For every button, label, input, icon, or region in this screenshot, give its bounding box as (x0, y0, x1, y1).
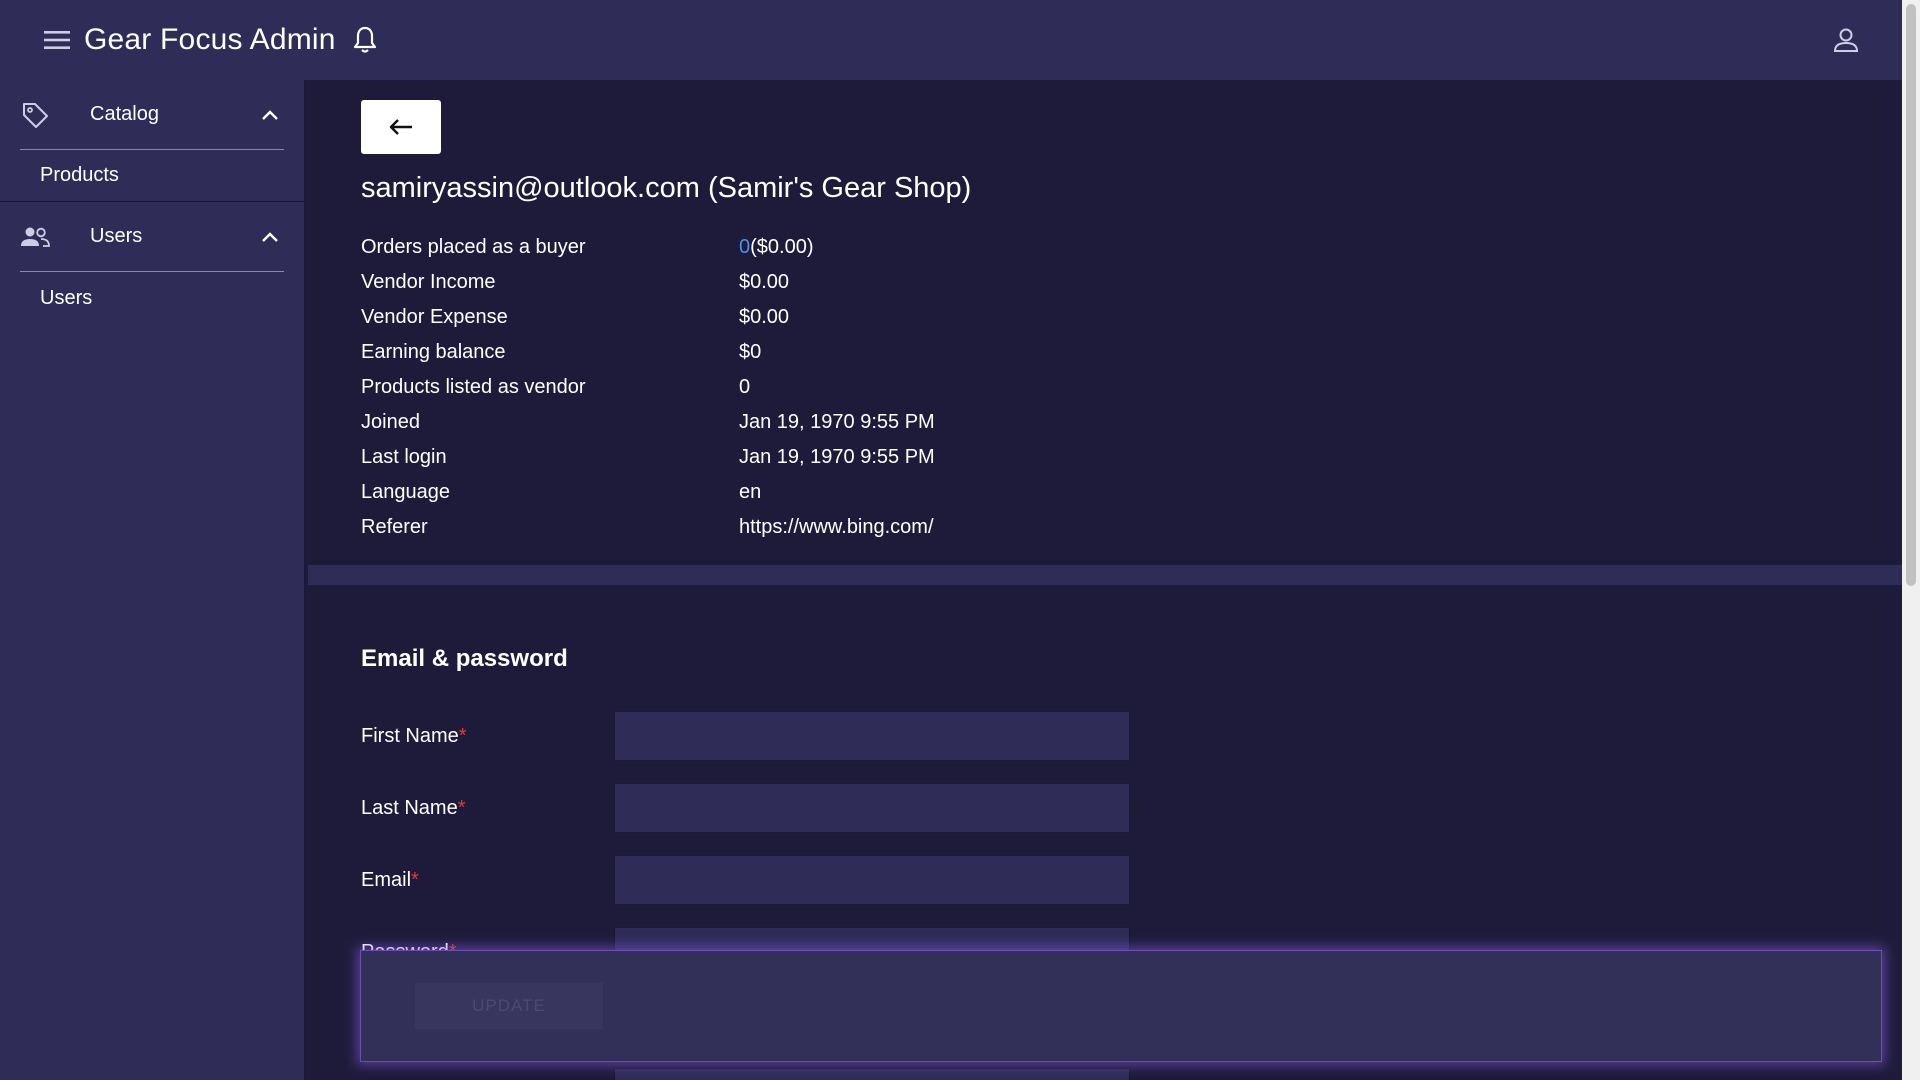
sidebar-group-catalog[interactable]: Catalog (20, 80, 284, 150)
people-icon (20, 222, 50, 252)
info-label: Last login (361, 446, 447, 468)
info-value: $0 (739, 341, 762, 363)
info-label: Language (361, 481, 450, 503)
info-value: $0.00 (739, 306, 790, 328)
info-row-vendor-expense: Vendor Expense $0.00 (361, 300, 935, 335)
first-name-field[interactable] (614, 711, 1130, 761)
info-label: Products listed as vendor (361, 376, 586, 398)
hamburger-menu-icon[interactable] (40, 23, 74, 57)
email-field[interactable] (614, 855, 1130, 905)
last-name-field[interactable] (614, 783, 1130, 833)
email-label: Email* (361, 868, 419, 891)
info-row-vendor-income: Vendor Income $0.00 (361, 265, 935, 300)
sidebar-group-label: Users (90, 225, 143, 247)
update-button[interactable]: UPDATE (415, 983, 603, 1029)
info-row-orders: Orders placed as a buyer 0($0.00) (361, 230, 935, 265)
sidebar: Catalog Products Users Users (0, 80, 306, 1080)
info-label: Joined (361, 411, 420, 433)
first-name-row: First Name* (361, 711, 1130, 761)
chevron-up-icon[interactable] (258, 103, 282, 127)
email-row: Email* (361, 855, 1130, 905)
arrow-left-icon (389, 119, 412, 135)
info-row-referer: Referer https://www.bing.com/ (361, 510, 935, 545)
user-info-table: Orders placed as a buyer 0($0.00) Vendor… (361, 230, 935, 545)
orders-amount: ($0.00) (750, 236, 814, 258)
sidebar-item-users[interactable]: Users (0, 272, 304, 324)
required-mark: * (411, 868, 419, 891)
info-value: 0 (739, 376, 751, 398)
info-label: Referer (361, 516, 428, 538)
sidebar-item-products[interactable]: Products (0, 150, 304, 202)
tag-icon (20, 100, 50, 130)
info-label: Vendor Expense (361, 306, 508, 328)
first-name-label: First Name* (361, 724, 467, 747)
info-row-joined: Joined Jan 19, 1970 9:55 PM (361, 405, 935, 440)
section-title: Email & password (361, 645, 568, 672)
main-content: samiryassin@outlook.com (Samir's Gear Sh… (308, 80, 1902, 1080)
info-row-last-login: Last login Jan 19, 1970 9:55 PM (361, 440, 935, 475)
bell-icon[interactable] (350, 25, 380, 55)
user-account-icon[interactable] (1828, 22, 1864, 58)
back-button[interactable] (361, 100, 441, 154)
orders-count-link[interactable]: 0 (739, 236, 750, 258)
info-value: 0($0.00) (739, 236, 814, 259)
info-value: Jan 19, 1970 9:55 PM (739, 411, 935, 433)
last-name-label: Last Name* (361, 796, 466, 819)
app-title: Gear Focus Admin (84, 23, 336, 56)
info-row-language: Language en (361, 475, 935, 510)
top-app-bar: Gear Focus Admin (0, 0, 1902, 80)
sidebar-group-label: Catalog (90, 103, 159, 125)
chevron-up-icon[interactable] (258, 225, 282, 249)
info-row-earning-balance: Earning balance $0 (361, 335, 935, 370)
scrollbar-thumb[interactable] (1906, 4, 1916, 586)
section-divider (308, 565, 1902, 585)
info-label: Vendor Income (361, 271, 496, 293)
required-mark: * (458, 724, 467, 747)
page-title: samiryassin@outlook.com (Samir's Gear Sh… (361, 172, 972, 204)
info-label: Earning balance (361, 341, 506, 363)
last-name-row: Last Name* (361, 783, 1130, 833)
info-row-products-listed: Products listed as vendor 0 (361, 370, 935, 405)
info-value: Jan 19, 1970 9:55 PM (739, 446, 935, 468)
info-label: Orders placed as a buyer (361, 236, 586, 258)
info-value: https://www.bing.com/ (739, 516, 934, 538)
confirm-password-field[interactable] (614, 1068, 1130, 1080)
required-mark: * (457, 796, 466, 819)
info-value: $0.00 (739, 271, 790, 293)
sticky-action-bar: UPDATE (360, 950, 1882, 1062)
info-value: en (739, 481, 762, 503)
sidebar-group-users[interactable]: Users (20, 202, 284, 272)
scrollbar[interactable] (1902, 0, 1920, 1080)
